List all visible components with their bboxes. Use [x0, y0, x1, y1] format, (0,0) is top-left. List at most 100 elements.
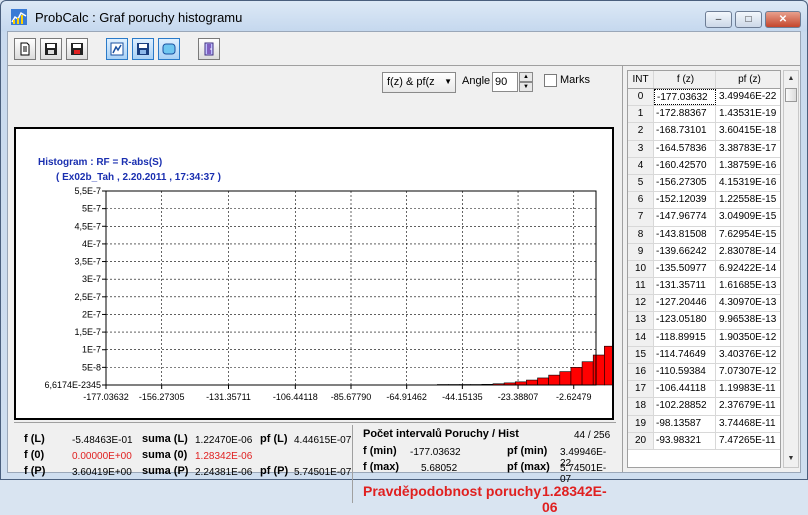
row-int-cell[interactable]: 8	[628, 226, 654, 243]
row-pfz-cell[interactable]: 7.47265E-11	[716, 433, 780, 449]
save-chart-button[interactable]	[132, 38, 154, 60]
exit-door-button[interactable]	[198, 38, 220, 60]
spin-up-icon[interactable]: ▲	[519, 72, 533, 82]
row-int-cell[interactable]: 1	[628, 106, 654, 123]
column-header-int[interactable]: INT	[628, 71, 654, 88]
row-fz-cell[interactable]: -123.05180	[654, 312, 716, 329]
column-header-fz[interactable]: f (z)	[654, 71, 716, 88]
row-fz-cell[interactable]: -118.89915	[654, 329, 716, 346]
row-pfz-cell[interactable]: 3.60415E-18	[716, 123, 780, 139]
row-pfz-cell[interactable]: 1.19983E-11	[716, 381, 780, 397]
row-pfz-cell[interactable]: 3.04909E-15	[716, 209, 780, 225]
row-pfz-cell[interactable]: 2.83078E-14	[716, 244, 780, 260]
table-row[interactable]: 7 -147.96774 3.04909E-15	[628, 209, 780, 227]
row-pfz-cell[interactable]: 2.37679E-11	[716, 398, 780, 414]
row-int-cell[interactable]: 13	[628, 312, 654, 329]
row-int-cell[interactable]: 11	[628, 278, 654, 295]
row-int-cell[interactable]: 9	[628, 243, 654, 260]
row-fz-cell[interactable]: -93.98321	[654, 432, 716, 449]
row-int-cell[interactable]: 16	[628, 364, 654, 381]
row-fz-cell[interactable]: -139.66242	[654, 243, 716, 260]
close-button[interactable]: ✕	[765, 11, 801, 28]
table-row[interactable]: 2 -168.73101 3.60415E-18	[628, 123, 780, 141]
row-pfz-cell[interactable]: 9.96538E-13	[716, 312, 780, 328]
title-bar[interactable]: ProbCalc : Graf poruchy histogramu – □ ✕	[1, 1, 807, 31]
row-pfz-cell[interactable]: 1.43531E-19	[716, 106, 780, 122]
row-fz-cell[interactable]: -152.12039	[654, 192, 716, 209]
row-int-cell[interactable]: 4	[628, 157, 654, 174]
row-int-cell[interactable]: 6	[628, 192, 654, 209]
row-pfz-cell[interactable]: 6.92422E-14	[716, 261, 780, 277]
maximize-button[interactable]: □	[735, 11, 762, 28]
table-row[interactable]: 3 -164.57836 3.38783E-17	[628, 140, 780, 158]
save-button[interactable]	[40, 38, 62, 60]
row-fz-cell[interactable]: -143.81508	[654, 226, 716, 243]
row-fz-cell[interactable]: -131.35711	[654, 278, 716, 295]
table-row[interactable]: 10 -135.50977 6.92422E-14	[628, 260, 780, 279]
row-int-cell[interactable]: 18	[628, 398, 654, 415]
new-document-button[interactable]	[14, 38, 36, 60]
scroll-up-icon[interactable]: ▲	[784, 71, 798, 87]
row-fz-cell[interactable]: -114.74649	[654, 346, 716, 363]
row-pfz-cell[interactable]: 4.15319E-16	[716, 175, 780, 191]
table-scrollbar[interactable]: ▲ ▼	[783, 70, 799, 468]
row-int-cell[interactable]: 5	[628, 174, 654, 192]
scroll-thumb[interactable]	[785, 88, 797, 102]
table-row[interactable]: 15 -114.74649 3.40376E-12	[628, 346, 780, 364]
table-row[interactable]: 19 -98.13587 3.74468E-11	[628, 415, 780, 433]
row-fz-cell[interactable]: -110.59384	[654, 364, 716, 381]
row-int-cell[interactable]: 2	[628, 123, 654, 140]
chart-mode-select[interactable]: f(z) & pf(z ▼	[382, 72, 456, 93]
table-row[interactable]: 13 -123.05180 9.96538E-13	[628, 312, 780, 330]
row-pfz-cell[interactable]: 3.38783E-17	[716, 141, 780, 157]
row-pfz-cell[interactable]: 1.38759E-16	[716, 158, 780, 174]
row-int-cell[interactable]: 17	[628, 381, 654, 398]
row-pfz-cell[interactable]: 3.40376E-12	[716, 347, 780, 363]
row-int-cell[interactable]: 14	[628, 329, 654, 346]
row-fz-cell[interactable]: -98.13587	[654, 415, 716, 432]
table-row[interactable]: 5 -156.27305 4.15319E-16	[628, 174, 780, 193]
row-int-cell[interactable]: 10	[628, 260, 654, 278]
row-pfz-cell[interactable]: 3.74468E-11	[716, 416, 780, 432]
row-fz-cell[interactable]: -168.73101	[654, 123, 716, 140]
save-as-button[interactable]	[66, 38, 88, 60]
row-int-cell[interactable]: 20	[628, 432, 654, 449]
row-fz-cell[interactable]: -156.27305	[654, 174, 716, 192]
row-pfz-cell[interactable]: 1.90350E-12	[716, 330, 780, 346]
row-int-cell[interactable]: 19	[628, 415, 654, 432]
row-int-cell[interactable]: 7	[628, 209, 654, 226]
minimize-button[interactable]: –	[705, 11, 732, 28]
angle-spinner[interactable]: ▲ ▼	[519, 72, 533, 92]
table-row[interactable]: 1 -172.88367 1.43531E-19	[628, 106, 780, 124]
row-fz-cell[interactable]: -160.42570	[654, 157, 716, 174]
row-fz-cell[interactable]: -147.96774	[654, 209, 716, 226]
frame-button[interactable]	[158, 38, 180, 60]
row-pfz-cell[interactable]: 1.61685E-13	[716, 278, 780, 294]
row-fz-cell[interactable]: -106.44118	[654, 381, 716, 398]
spin-down-icon[interactable]: ▼	[519, 82, 533, 92]
row-fz-cell[interactable]: -127.20446	[654, 295, 716, 312]
row-fz-cell[interactable]: -102.28852	[654, 398, 716, 415]
scroll-down-icon[interactable]: ▼	[784, 451, 798, 467]
row-pfz-cell[interactable]: 7.62954E-15	[716, 227, 780, 243]
table-row[interactable]: 18 -102.28852 2.37679E-11	[628, 398, 780, 416]
row-pfz-cell[interactable]: 7.07307E-12	[716, 364, 780, 380]
table-row[interactable]: 17 -106.44118 1.19983E-11	[628, 381, 780, 399]
table-row[interactable]: 0 -177.03632 3.49946E-22	[628, 89, 780, 107]
table-row[interactable]: 20 -93.98321 7.47265E-11	[628, 432, 780, 450]
chart-edit-button[interactable]	[106, 38, 128, 60]
table-row[interactable]: 11 -131.35711 1.61685E-13	[628, 278, 780, 296]
table-row[interactable]: 14 -118.89915 1.90350E-12	[628, 329, 780, 347]
table-row[interactable]: 6 -152.12039 1.22558E-15	[628, 192, 780, 210]
row-fz-cell[interactable]: -172.88367	[654, 106, 716, 123]
angle-input[interactable]: 90	[492, 72, 518, 92]
row-int-cell[interactable]: 15	[628, 346, 654, 363]
row-int-cell[interactable]: 12	[628, 295, 654, 312]
table-row[interactable]: 4 -160.42570 1.38759E-16	[628, 157, 780, 175]
table-row[interactable]: 12 -127.20446 4.30970E-13	[628, 295, 780, 313]
row-pfz-cell[interactable]: 4.30970E-13	[716, 295, 780, 311]
interval-table[interactable]: INT f (z) pf (z) 0 -177.03632 3.49946E-22 1…	[627, 70, 781, 468]
row-fz-cell[interactable]: -177.03632	[654, 89, 716, 106]
table-row[interactable]: 16 -110.59384 7.07307E-12	[628, 364, 780, 382]
row-fz-cell[interactable]: -135.50977	[654, 260, 716, 278]
